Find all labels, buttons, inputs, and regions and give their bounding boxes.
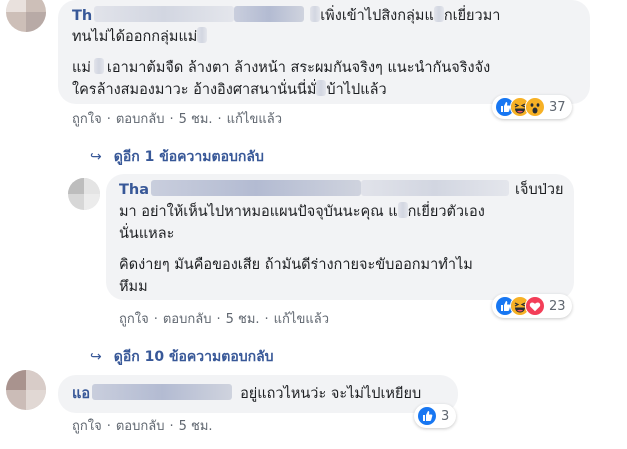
- avatar-pixel: [26, 12, 46, 32]
- comment-text: คิดง่ายๆ มันคือของเสีย ถ้ามันดีร่างกายจะ…: [119, 257, 473, 273]
- avatar-pixel: [84, 178, 100, 194]
- like-reaction-icon: [417, 406, 437, 426]
- avatar-pixel: [26, 370, 46, 390]
- reaction-count: 37: [549, 99, 566, 115]
- edited-label[interactable]: แก้ไขแล้ว: [274, 308, 329, 329]
- redacted-name: [151, 180, 361, 196]
- timestamp[interactable]: 5 ชม.: [179, 108, 213, 129]
- comment-text: เจ็บป่วย: [515, 182, 564, 198]
- commenter-name[interactable]: แอ: [72, 386, 90, 402]
- redacted-text: [93, 58, 104, 74]
- separator: ·: [106, 419, 111, 434]
- wow-reaction-icon: [525, 97, 545, 117]
- view-more-replies-label: ดูอีก 10 ข้อความตอบกลับ: [113, 349, 274, 365]
- commenter-name[interactable]: Tha: [119, 182, 149, 198]
- separator: ·: [169, 112, 174, 127]
- reaction-count: 3: [441, 408, 450, 424]
- timestamp[interactable]: 5 ชม.: [226, 308, 260, 329]
- redacted-name: [361, 180, 509, 196]
- redacted-name: [92, 384, 233, 400]
- comment-line: Th เพิ่งเข้าไปสิงกลุ่มแ กเยี่ยวมา: [72, 5, 500, 27]
- avatar[interactable]: [68, 178, 100, 210]
- avatar-pixel: [84, 194, 100, 210]
- view-more-replies[interactable]: ↪ ดูอีก 1 ข้อความตอบกลับ: [90, 146, 264, 168]
- comment-line: ใครล้างสมองมาวะ อ้างอิงศาสนานั่นนี่มั่ บ้…: [72, 79, 387, 101]
- timestamp[interactable]: 5 ชม.: [179, 415, 213, 436]
- redacted-text: [310, 6, 321, 22]
- comment-text: มา อย่าให้เห็นไปหาหมอแผนปัจจุบันนะคุณ แ: [119, 204, 398, 220]
- comment-text: แม่: [72, 60, 91, 76]
- avatar[interactable]: [6, 370, 46, 410]
- comment-text: ใครล้างสมองมาวะ อ้างอิงศาสนานั่นนี่มั่: [72, 82, 317, 98]
- reply-link[interactable]: ตอบกลับ: [116, 415, 165, 436]
- redacted-text: [197, 27, 208, 43]
- comment-line: ทนไม่ได้ออกกลุ่มแม่: [72, 26, 208, 48]
- avatar-pixel: [6, 0, 26, 12]
- comment-line: Tha เจ็บป่วย: [119, 179, 564, 201]
- comment-line: หึมม: [119, 276, 148, 298]
- redacted-name: [234, 6, 305, 22]
- separator: ·: [153, 312, 158, 327]
- comment-actions: ถูกใจ · ตอบกลับ · 5 ชม. · แก้ไขแล้ว: [119, 308, 329, 329]
- reply-link[interactable]: ตอบกลับ: [163, 308, 212, 329]
- commenter-name[interactable]: Th: [72, 8, 92, 24]
- avatar-pixel: [26, 390, 46, 410]
- redacted-text: [433, 6, 444, 22]
- comment-line: นั่นแหละ: [119, 223, 174, 245]
- reaction-count: 23: [549, 298, 566, 314]
- comment-text: หึมม: [119, 279, 148, 295]
- comment-line: แม่ เอามาต้มจืด ล้างตา ล้างหน้า สระผมกันจ…: [72, 57, 490, 79]
- view-more-replies[interactable]: ↪ ดูอีก 10 ข้อความตอบกลับ: [90, 346, 274, 368]
- comment-line: มา อย่าให้เห็นไปหาหมอแผนปัจจุบันนะคุณ แ ก…: [119, 201, 485, 223]
- comment-actions: ถูกใจ · ตอบกลับ · 5 ชม. · แก้ไขแล้ว: [72, 108, 282, 129]
- edited-label[interactable]: แก้ไขแล้ว: [227, 108, 282, 129]
- avatar[interactable]: [6, 0, 46, 32]
- reaction-summary[interactable]: 23: [492, 294, 572, 318]
- like-link[interactable]: ถูกใจ: [72, 108, 102, 129]
- like-link[interactable]: ถูกใจ: [72, 415, 102, 436]
- comment-text: เพิ่งเข้าไปสิงกลุ่มแ: [320, 8, 434, 24]
- comment-text: กเยี่ยวมา: [443, 8, 501, 24]
- comment-text: อยู่แถวไหนว่ะ จะไม่ไปเหยียบ: [240, 386, 422, 402]
- view-more-replies-label: ดูอีก 1 ข้อความตอบกลับ: [113, 149, 264, 165]
- separator: ·: [217, 112, 222, 127]
- separator: ·: [216, 312, 221, 327]
- like-link[interactable]: ถูกใจ: [119, 308, 149, 329]
- separator: ·: [264, 312, 269, 327]
- comment-line: คิดง่ายๆ มันคือของเสีย ถ้ามันดีร่างกายจะ…: [119, 254, 473, 276]
- reply-link[interactable]: ตอบกลับ: [116, 108, 165, 129]
- reply-arrow-icon: ↪: [90, 349, 102, 365]
- comment-line: แอ อยู่แถวไหนว่ะ จะไม่ไปเหยียบ: [72, 383, 421, 405]
- comment-text: นั่นแหละ: [119, 226, 175, 242]
- reply-arrow-icon: ↪: [90, 149, 102, 165]
- separator: ·: [169, 419, 174, 434]
- comment-text: เอามาต้มจืด ล้างตา ล้างหน้า สระผมกันจริง…: [106, 60, 491, 76]
- reaction-summary[interactable]: 3: [414, 404, 456, 428]
- redacted-text: [397, 202, 408, 218]
- avatar-pixel: [68, 178, 84, 194]
- comment-actions: ถูกใจ · ตอบกลับ · 5 ชม.: [72, 415, 213, 436]
- reaction-summary[interactable]: 37: [492, 95, 572, 119]
- comment-text: ทนไม่ได้ออกกลุ่มแม่: [72, 29, 198, 45]
- comment-text: บ้าไปแล้ว: [326, 82, 387, 98]
- comment-text: กเยี่ยวตัวเอง: [407, 204, 485, 220]
- separator: ·: [106, 112, 111, 127]
- love-reaction-icon: [525, 296, 545, 316]
- avatar-pixel: [6, 370, 26, 390]
- redacted-name: [94, 6, 235, 22]
- redacted-text: [316, 80, 327, 96]
